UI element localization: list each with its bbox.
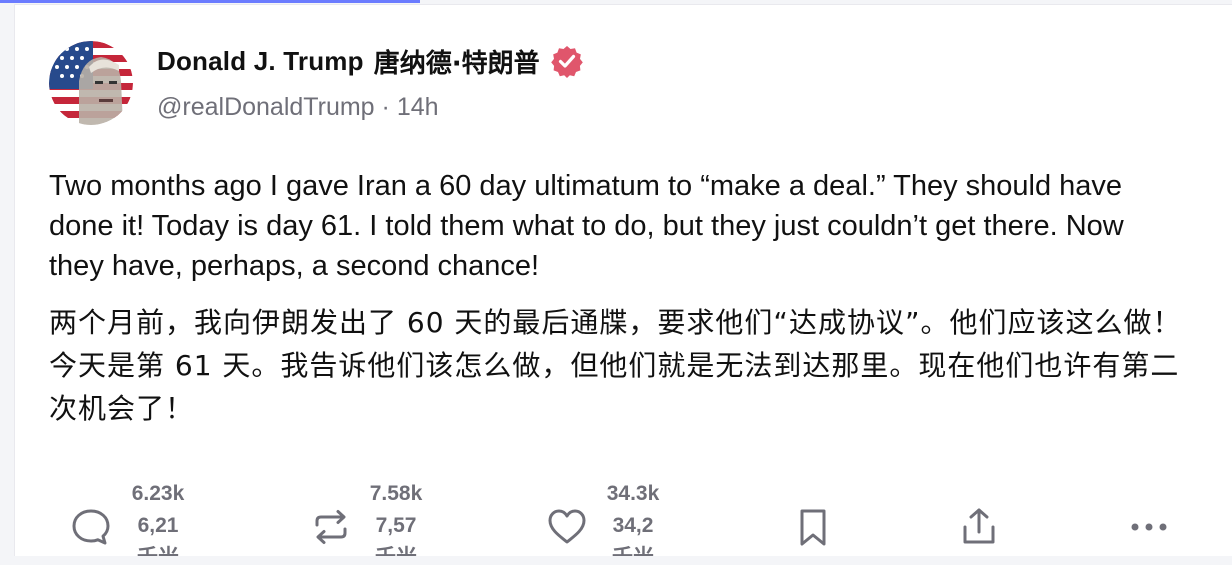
separator-dot: ·: [381, 93, 390, 121]
post-card: Donald J. Trump 唐纳德·特朗普 @realDonaldTrump…: [14, 4, 1232, 556]
author-handle[interactable]: @realDonaldTrump: [157, 93, 375, 121]
share-icon: [959, 508, 999, 551]
author-name[interactable]: Donald J. Trump: [157, 46, 364, 77]
repost-button[interactable]: [311, 475, 351, 547]
speech-bubble-icon: [71, 507, 111, 547]
post-text-english: Two months ago I gave Iran a 60 day ulti…: [49, 170, 1124, 282]
more-dots-icon: [1129, 523, 1169, 551]
repost-count: 7.58k 7,57 千米: [361, 478, 431, 556]
author-name-row: Donald J. Trump 唐纳德·特朗普: [157, 43, 584, 79]
like-count-unit: 千米: [601, 542, 665, 556]
reply-count-value: 6.23k: [131, 482, 185, 505]
post-text-chinese: 两个月前，我向伊朗发出了 60 天的最后通牒，要求他们“达成协议”。他们应该这么…: [49, 306, 1182, 425]
verified-badge-icon: [550, 44, 584, 78]
repost-count-alt: 7,57: [375, 514, 417, 537]
bookmark-button[interactable]: [793, 507, 833, 552]
reply-count-alt: 6,21: [137, 514, 179, 537]
reply-count-unit: 千米: [123, 542, 193, 556]
repost-count-unit: 千米: [361, 542, 431, 556]
avatar[interactable]: [49, 41, 133, 125]
handle-row: @realDonaldTrump · 14h: [157, 93, 439, 122]
post-time[interactable]: 14h: [397, 93, 439, 121]
more-options-button[interactable]: [1129, 507, 1169, 552]
heart-icon: [547, 507, 587, 547]
bookmark-icon: [793, 509, 833, 551]
avatar-image: [49, 41, 133, 125]
action-bar: 6.23k 6,21 千米 7.58k 7,57 千米: [15, 475, 1232, 565]
top-progress-line: [0, 0, 420, 3]
like-count: 34.3k 34,2 千米: [601, 478, 665, 556]
reply-count: 6.23k 6,21 千米: [123, 478, 193, 556]
repost-arrows-icon: [311, 507, 351, 547]
like-count-value: 34.3k: [606, 482, 660, 505]
repost-count-value: 7.58k: [369, 482, 423, 505]
share-button[interactable]: [959, 507, 999, 552]
author-name-chinese[interactable]: 唐纳德·特朗普: [374, 43, 540, 80]
like-button[interactable]: [547, 475, 587, 547]
like-count-alt: 34,2: [612, 514, 654, 537]
reply-button[interactable]: [71, 475, 111, 547]
